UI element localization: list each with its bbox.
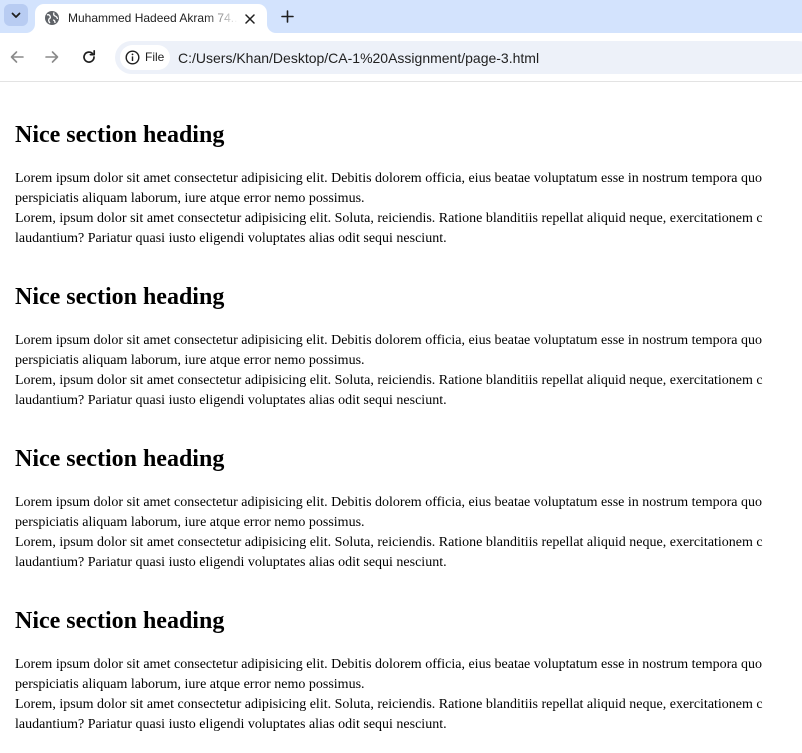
plus-icon	[280, 9, 294, 23]
site-chip-label: File	[145, 50, 165, 64]
paragraph-line: Lorem, ipsum dolor sit amet consectetur …	[15, 211, 763, 226]
content-section: Nice section heading Lorem ipsum dolor s…	[15, 606, 802, 753]
reload-icon	[83, 49, 96, 63]
section-text: Lorem ipsum dolor sit amet consectetur a…	[15, 331, 802, 411]
paragraph-line: Lorem ipsum dolor sit amet consectetur a…	[15, 171, 763, 186]
active-tab[interactable]: Muhammed Hadeed Akram 74...	[35, 4, 267, 33]
section-heading: Nice section heading	[15, 608, 225, 634]
tab-strip: Muhammed Hadeed Akram 74...	[0, 0, 802, 33]
paragraph-line: laudantium? Pariatur quasi iusto eligend…	[15, 231, 447, 246]
paragraph-line: Lorem ipsum dolor sit amet consectetur a…	[15, 333, 763, 348]
url-text[interactable]: C:/Users/Khan/Desktop/CA-1%20Assignment/…	[178, 50, 539, 66]
address-bar[interactable]: File C:/Users/Khan/Desktop/CA-1%20Assign…	[115, 41, 802, 74]
paragraph-line: perspiciatis aliquam laborum, iure atque…	[15, 191, 365, 206]
paragraph-line: Lorem, ipsum dolor sit amet consectetur …	[15, 373, 763, 388]
paragraph-line: perspiciatis aliquam laborum, iure atque…	[15, 515, 365, 530]
forward-arrow-icon	[45, 51, 59, 63]
section-heading: Nice section heading	[15, 284, 225, 310]
chevron-down-icon	[11, 12, 21, 18]
site-info-chip[interactable]: File	[120, 45, 170, 70]
section-heading: Nice section heading	[15, 446, 225, 472]
content-section: Nice section heading Lorem ipsum dolor s…	[15, 120, 802, 267]
globe-icon	[45, 11, 59, 25]
reload-button[interactable]	[78, 46, 100, 68]
info-icon	[125, 50, 140, 65]
paragraph-line: laudantium? Pariatur quasi iusto eligend…	[15, 393, 447, 408]
content-section: Nice section heading Lorem ipsum dolor s…	[15, 282, 802, 429]
paragraph-line: perspiciatis aliquam laborum, iure atque…	[15, 353, 365, 368]
section-text: Lorem ipsum dolor sit amet consectetur a…	[15, 169, 802, 249]
tab-title: Muhammed Hadeed Akram 74...	[68, 11, 238, 25]
paragraph-line: Lorem ipsum dolor sit amet consectetur a…	[15, 495, 763, 510]
tab-close-button[interactable]	[241, 10, 259, 28]
section-heading: Nice section heading	[15, 122, 225, 148]
back-arrow-icon	[10, 51, 24, 63]
section-text: Lorem ipsum dolor sit amet consectetur a…	[15, 655, 802, 735]
browser-toolbar: File C:/Users/Khan/Desktop/CA-1%20Assign…	[0, 33, 802, 82]
content-section: Nice section heading Lorem ipsum dolor s…	[15, 444, 802, 591]
paragraph-line: perspiciatis aliquam laborum, iure atque…	[15, 677, 365, 692]
back-button[interactable]	[6, 46, 28, 68]
paragraph-line: laudantium? Pariatur quasi iusto eligend…	[15, 717, 447, 732]
new-tab-button[interactable]	[276, 5, 298, 27]
page-content: Nice section heading Lorem ipsum dolor s…	[15, 105, 802, 753]
close-icon	[245, 14, 255, 24]
section-text: Lorem ipsum dolor sit amet consectetur a…	[15, 493, 802, 573]
paragraph-line: laudantium? Pariatur quasi iusto eligend…	[15, 555, 447, 570]
paragraph-line: Lorem, ipsum dolor sit amet consectetur …	[15, 535, 763, 550]
forward-button[interactable]	[41, 46, 63, 68]
paragraph-line: Lorem ipsum dolor sit amet consectetur a…	[15, 657, 763, 672]
paragraph-line: Lorem, ipsum dolor sit amet consectetur …	[15, 697, 763, 712]
